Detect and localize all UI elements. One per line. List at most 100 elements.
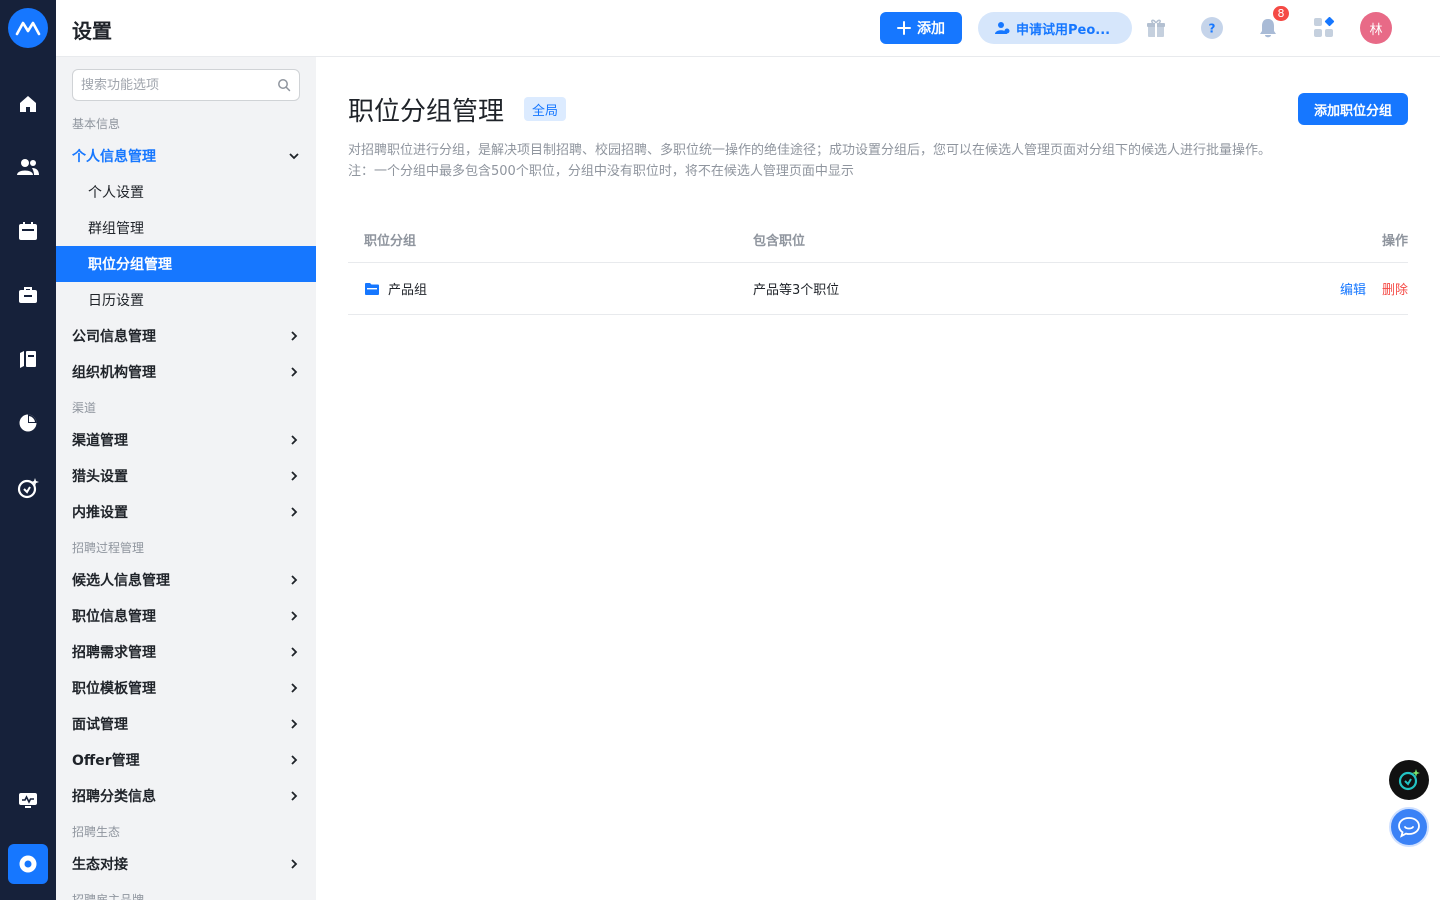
sidebar-item-org-mgmt[interactable]: 组织机构管理 (56, 354, 316, 390)
request-trial-button[interactable]: 申请试用Peo... (978, 12, 1132, 44)
chevron-right-icon (291, 683, 298, 693)
chevron-right-icon (291, 791, 298, 801)
sidebar-item-label: 猎头设置 (72, 469, 128, 485)
sidebar-item-label: Offer管理 (72, 753, 140, 769)
column-header-positions: 包含职位 (753, 234, 806, 249)
sidebar-item-label: 日历设置 (88, 293, 144, 309)
actions-cell: 编辑 删除 (1340, 263, 1408, 314)
scope-badge: 全局 (524, 97, 567, 121)
chat-support-icon[interactable] (1389, 807, 1429, 847)
chevron-right-icon (291, 367, 298, 377)
user-plus-icon (995, 22, 1010, 34)
sidebar-item-category-info[interactable]: 招聘分类信息 (56, 778, 316, 814)
sidebar-subitem-personal-settings[interactable]: 个人设置 (56, 174, 316, 210)
chevron-right-icon (291, 719, 298, 729)
chevron-right-icon (291, 647, 298, 657)
sidebar-item-referral-settings[interactable]: 内推设置 (56, 494, 316, 530)
chevron-right-icon (291, 575, 298, 585)
group-label-basic: 基本信息 (72, 117, 121, 131)
sidebar-item-label: 群组管理 (88, 221, 144, 237)
sidebar-item-label: 个人信息管理 (72, 149, 156, 165)
sidebar-item-label: 候选人信息管理 (72, 573, 170, 589)
sidebar-item-channel-mgmt[interactable]: 渠道管理 (56, 422, 316, 458)
calendar-icon[interactable] (0, 211, 56, 251)
chevron-down-icon (289, 153, 299, 160)
edit-link[interactable]: 编辑 (1340, 279, 1366, 298)
main-content: 职位分组管理 全局 添加职位分组 对招聘职位进行分组，是解决项目制招聘、校园招聘… (316, 57, 1440, 900)
sidebar-item-label: 职位模板管理 (72, 681, 156, 697)
table-row: 产品组 产品等3个职位 编辑 删除 (348, 263, 1408, 315)
app-rail (0, 0, 56, 900)
page-description: 对招聘职位进行分组，是解决项目制招聘、校园招聘、多职位统一操作的绝佳途径；成功设… (348, 143, 1272, 158)
chevron-right-icon (291, 471, 298, 481)
sidebar-item-candidate-info[interactable]: 候选人信息管理 (56, 562, 316, 598)
plus-icon (897, 21, 911, 35)
positions-count: 产品等3个职位 (753, 283, 840, 298)
apps-grid-icon[interactable] (1310, 14, 1338, 42)
group-cell: 产品组 (364, 263, 427, 314)
settings-nav-icon[interactable] (8, 844, 48, 884)
chevron-right-icon (291, 611, 298, 621)
add-button[interactable]: 添加 (880, 12, 962, 44)
sidebar-item-label: 面试管理 (72, 717, 128, 733)
search-icon[interactable] (277, 78, 291, 92)
user-avatar[interactable]: 林 (1360, 12, 1392, 44)
settings-sidebar: 基本信息 个人信息管理 个人设置 群组管理 职位分组管理 日历设置 公司信息管理… (56, 57, 316, 900)
sidebar-item-requirement-mgmt[interactable]: 招聘需求管理 (56, 634, 316, 670)
sidebar-item-label: 职位信息管理 (72, 609, 156, 625)
sidebar-item-position-info[interactable]: 职位信息管理 (56, 598, 316, 634)
position-group-table: 职位分组 包含职位 操作 产品组 产品等3个职位 编辑 删除 (348, 217, 1408, 315)
gift-icon[interactable] (1142, 14, 1170, 42)
sidebar-item-personal-info[interactable]: 个人信息管理 (56, 138, 316, 174)
column-header-actions: 操作 (1381, 234, 1408, 249)
sidebar-item-headhunter-settings[interactable]: 猎头设置 (56, 458, 316, 494)
sidebar-item-label: 个人设置 (88, 185, 144, 201)
group-name: 产品组 (388, 283, 428, 298)
chevron-right-icon (291, 435, 298, 445)
chevron-right-icon (291, 507, 298, 517)
delete-link[interactable]: 删除 (1382, 279, 1408, 298)
pie-chart-icon[interactable] (0, 403, 56, 443)
svg-text:?: ? (1209, 22, 1216, 36)
book-icon[interactable] (0, 339, 56, 379)
add-button-label: 添加 (917, 21, 945, 37)
group-label-ecosystem: 招聘生态 (72, 825, 121, 839)
sidebar-item-label: 招聘需求管理 (72, 645, 156, 661)
column-header-group: 职位分组 (364, 234, 417, 249)
chevron-right-icon (291, 755, 298, 765)
sidebar-item-label: 生态对接 (72, 857, 128, 873)
ai-assistant-fab-icon[interactable] (1389, 760, 1429, 800)
folder-icon (365, 282, 379, 295)
notification-count-badge: 8 (1272, 5, 1290, 22)
people-icon[interactable] (0, 147, 56, 187)
sidebar-item-interview-mgmt[interactable]: 面试管理 (56, 706, 316, 742)
app-logo-icon[interactable] (8, 8, 48, 48)
group-label-process: 招聘过程管理 (72, 541, 145, 555)
group-label-channel: 渠道 (72, 401, 97, 415)
sidebar-item-ecosystem-integration[interactable]: 生态对接 (56, 846, 316, 882)
table-header: 职位分组 包含职位 操作 (348, 217, 1408, 263)
request-trial-label: 申请试用Peo... (1016, 22, 1111, 38)
sidebar-item-position-template[interactable]: 职位模板管理 (56, 670, 316, 706)
add-position-group-button[interactable]: 添加职位分组 (1297, 93, 1408, 125)
help-icon[interactable]: ? (1198, 14, 1226, 42)
monitor-icon[interactable] (0, 780, 56, 820)
top-bar: 设置 添加 申请试用Peo... ? 8 林 (56, 0, 1440, 57)
sidebar-item-offer-mgmt[interactable]: Offer管理 (56, 742, 316, 778)
sidebar-item-label: 渠道管理 (72, 433, 128, 449)
chevron-right-icon (291, 859, 298, 869)
sidebar-item-label: 内推设置 (72, 505, 128, 521)
chevron-right-icon (291, 331, 298, 341)
sidebar-item-label: 组织机构管理 (72, 365, 156, 381)
search-input[interactable] (73, 70, 263, 100)
search-box (72, 69, 300, 101)
sidebar-subitem-calendar-settings[interactable]: 日历设置 (56, 282, 316, 318)
briefcase-icon[interactable] (0, 275, 56, 315)
sidebar-subitem-position-group-mgmt[interactable]: 职位分组管理 (56, 246, 316, 282)
home-icon[interactable] (0, 84, 56, 124)
sidebar-item-label: 职位分组管理 (88, 257, 172, 273)
sidebar-subitem-group-mgmt[interactable]: 群组管理 (56, 210, 316, 246)
page-note: 注：一个分组中最多包含500个职位，分组中没有职位时，将不在候选人管理页面中显示 (348, 164, 854, 179)
ai-assistant-icon[interactable] (0, 468, 56, 508)
sidebar-item-company-info[interactable]: 公司信息管理 (56, 318, 316, 354)
